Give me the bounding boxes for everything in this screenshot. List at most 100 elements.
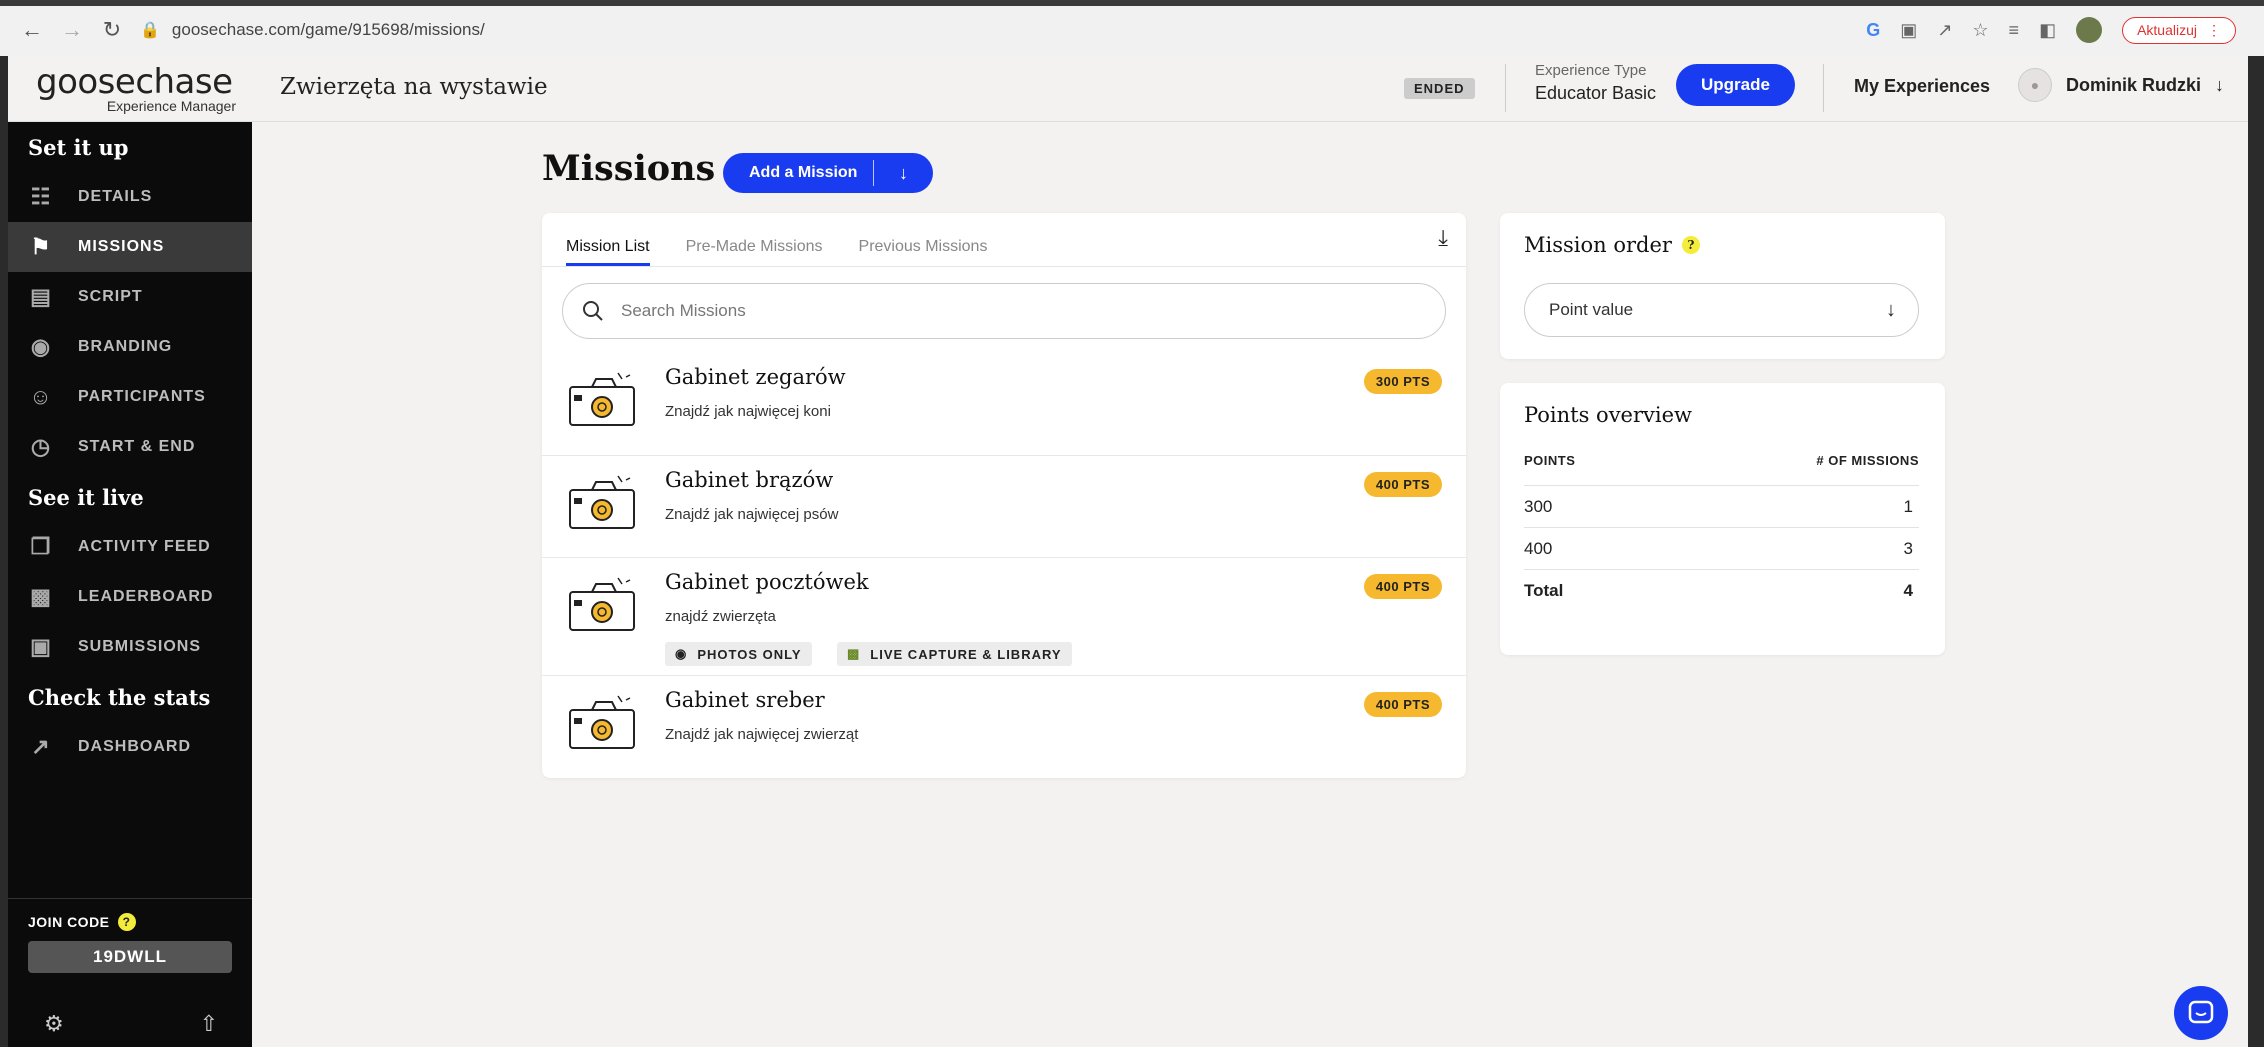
profile-avatar[interactable]: [2076, 17, 2103, 43]
section-title-see-it-live: See it live: [28, 484, 144, 510]
goosechase-logo[interactable]: goosechase Experience Manager: [36, 62, 236, 114]
sidebar-item-label: LEADERBOARD: [78, 588, 214, 605]
mission-row[interactable]: Gabinet pocztówek znajdź zwierzęta 400 P…: [542, 557, 1466, 675]
user-menu[interactable]: ● Dominik Rudzki ↓: [2018, 68, 2224, 102]
tab-mission-list[interactable]: Mission List: [566, 238, 650, 266]
sidebar-item-start-end[interactable]: ◷ START & END: [8, 422, 252, 472]
library-icon: ▩: [847, 646, 861, 661]
gear-icon[interactable]: ⚙: [44, 1011, 64, 1037]
flag-icon: ⚑: [30, 234, 52, 259]
sidebar-item-label: BRANDING: [78, 338, 173, 355]
sidebar-item-label: START & END: [78, 438, 196, 455]
sidebar-item-submissions[interactable]: ▣ SUBMISSIONS: [8, 622, 252, 672]
my-experiences-link[interactable]: My Experiences: [1854, 76, 1990, 97]
sidebar-item-label: DETAILS: [78, 188, 153, 205]
arrow-down-icon: ↓: [1886, 298, 1896, 321]
status-badge: ENDED: [1404, 78, 1475, 99]
update-button[interactable]: Aktualizuj ⋮: [2122, 16, 2236, 44]
sidebar: Set it up ☷ DETAILS ⚑ MISSIONS ▤ SCRIPT …: [8, 122, 252, 1047]
mission-description: znajdź zwierzęta: [665, 608, 776, 625]
image-icon: ▣: [30, 634, 52, 659]
sidebar-item-activity-feed[interactable]: ❐ ACTIVITY FEED: [8, 522, 252, 572]
tab-previous-missions[interactable]: Previous Missions: [859, 238, 988, 266]
mission-name: Gabinet zegarów: [665, 365, 846, 389]
sidebar-item-leaderboard[interactable]: ▩ LEADERBOARD: [8, 572, 252, 622]
points-badge: 400 PTS: [1363, 574, 1442, 599]
sidebar-item-branding[interactable]: ◉ BRANDING: [8, 322, 252, 372]
total-label: Total: [1524, 580, 1564, 600]
section-title-set-it-up: Set it up: [28, 134, 129, 160]
chat-launcher-button[interactable]: [2174, 986, 2228, 1040]
main-content: Missions Add a Mission ↓ Mission List Pr…: [252, 122, 2248, 1047]
mission-order-card: Mission order ? Point value ↓: [1500, 213, 1945, 359]
mission-name: Gabinet pocztówek: [665, 570, 869, 594]
mission-row[interactable]: Gabinet sreber Znajdź jak najwięcej zwie…: [542, 675, 1466, 778]
mission-description: Znajdź jak najwięcej zwierząt: [665, 726, 859, 743]
trend-icon: ↗: [31, 734, 51, 759]
game-title: Zwierzęta na wystawie: [280, 74, 548, 100]
help-icon[interactable]: ?: [1681, 236, 1700, 254]
scrollbar[interactable]: [2236, 122, 2248, 1047]
sidebar-item-dashboard[interactable]: ↗ DASHBOARD: [8, 722, 252, 772]
points-table-row: 300 1: [1524, 485, 1919, 527]
sidebar-item-missions[interactable]: ⚑ MISSIONS: [8, 222, 252, 272]
google-icon[interactable]: G: [1866, 20, 1880, 41]
sidebar-item-label: DASHBOARD: [78, 738, 191, 755]
sidebar-item-label: SCRIPT: [78, 288, 143, 305]
points-overview-title: Points overview: [1524, 403, 1693, 427]
join-code-label: JOIN CODE: [28, 914, 110, 930]
search-field[interactable]: [562, 283, 1446, 339]
arrow-down-icon[interactable]: ↓: [874, 163, 933, 184]
mission-order-title-row: Mission order ?: [1524, 233, 1700, 257]
section-title-check-the-stats: Check the stats: [28, 684, 211, 710]
help-icon[interactable]: ?: [117, 913, 136, 931]
mission-order-select[interactable]: Point value ↓: [1524, 283, 1919, 337]
select-value: Point value: [1549, 300, 1634, 319]
back-icon[interactable]: ←: [14, 12, 50, 48]
add-mission-button[interactable]: Add a Mission ↓: [723, 153, 933, 193]
mission-description: Znajdź jak najwięcej koni: [665, 403, 831, 420]
clipboard-icon: ☷: [30, 184, 52, 209]
tab-strip-edge: [0, 0, 2264, 6]
sidebar-item-details[interactable]: ☷ DETAILS: [8, 172, 252, 222]
tab-pre-made-missions[interactable]: Pre-Made Missions: [686, 238, 823, 266]
mission-row[interactable]: Gabinet zegarów Znajdź jak najwięcej kon…: [542, 353, 1466, 455]
page-title: Missions: [542, 148, 716, 189]
export-icon[interactable]: ⇧: [200, 1011, 218, 1037]
logo-brand: goosechase: [36, 62, 233, 102]
points-table-header: POINTS # OF MISSIONS: [1524, 453, 1919, 468]
share-icon[interactable]: ↗: [1937, 20, 1952, 41]
mission-order-title: Mission order: [1524, 233, 1672, 257]
mission-row[interactable]: Gabinet brązów Znajdź jak najwięcej psów…: [542, 455, 1466, 557]
bookmark-star-icon[interactable]: ☆: [1972, 20, 1988, 41]
mission-name: Gabinet brązów: [665, 468, 834, 492]
divider: [1505, 64, 1506, 112]
camera-icon: [569, 577, 635, 631]
upgrade-button[interactable]: Upgrade: [1676, 64, 1795, 106]
reload-icon[interactable]: ↻: [94, 12, 130, 48]
mission-name: Gabinet sreber: [665, 688, 825, 712]
sidebar-item-participants[interactable]: ☺ PARTICIPANTS: [8, 372, 252, 422]
sidebar-item-script[interactable]: ▤ SCRIPT: [8, 272, 252, 322]
photos-only-tag: ◉ PHOTOS ONLY: [665, 642, 812, 666]
chat-icon: [2188, 1000, 2214, 1024]
camera-icon: [569, 372, 635, 426]
reading-list-icon[interactable]: ≡: [2009, 20, 2020, 41]
translate-icon[interactable]: ▣: [1900, 20, 1917, 41]
forward-icon[interactable]: →: [54, 12, 90, 48]
address-bar[interactable]: 🔒 goosechase.com/game/915698/missions/: [140, 12, 1840, 48]
clapperboard-icon: ▤: [30, 284, 52, 309]
column-header-points: POINTS: [1524, 453, 1576, 468]
search-input[interactable]: [621, 301, 1445, 321]
points-table-total-row: Total 4: [1524, 569, 1919, 611]
side-panel-icon[interactable]: ◧: [2039, 20, 2056, 41]
palette-icon: ◉: [30, 334, 52, 359]
feed-icon: ❐: [30, 534, 52, 559]
divider: [1823, 64, 1824, 112]
browser-toolbar: ← → ↻ 🔒 goosechase.com/game/915698/missi…: [0, 0, 2264, 56]
download-icon[interactable]: ⤓: [1438, 225, 1448, 251]
join-code-value[interactable]: 19DWLL: [28, 941, 232, 973]
mission-tabs: Mission List Pre-Made Missions Previous …: [542, 213, 1466, 267]
points-cell: 400: [1524, 538, 1553, 558]
camera-small-icon: ◉: [675, 646, 688, 661]
